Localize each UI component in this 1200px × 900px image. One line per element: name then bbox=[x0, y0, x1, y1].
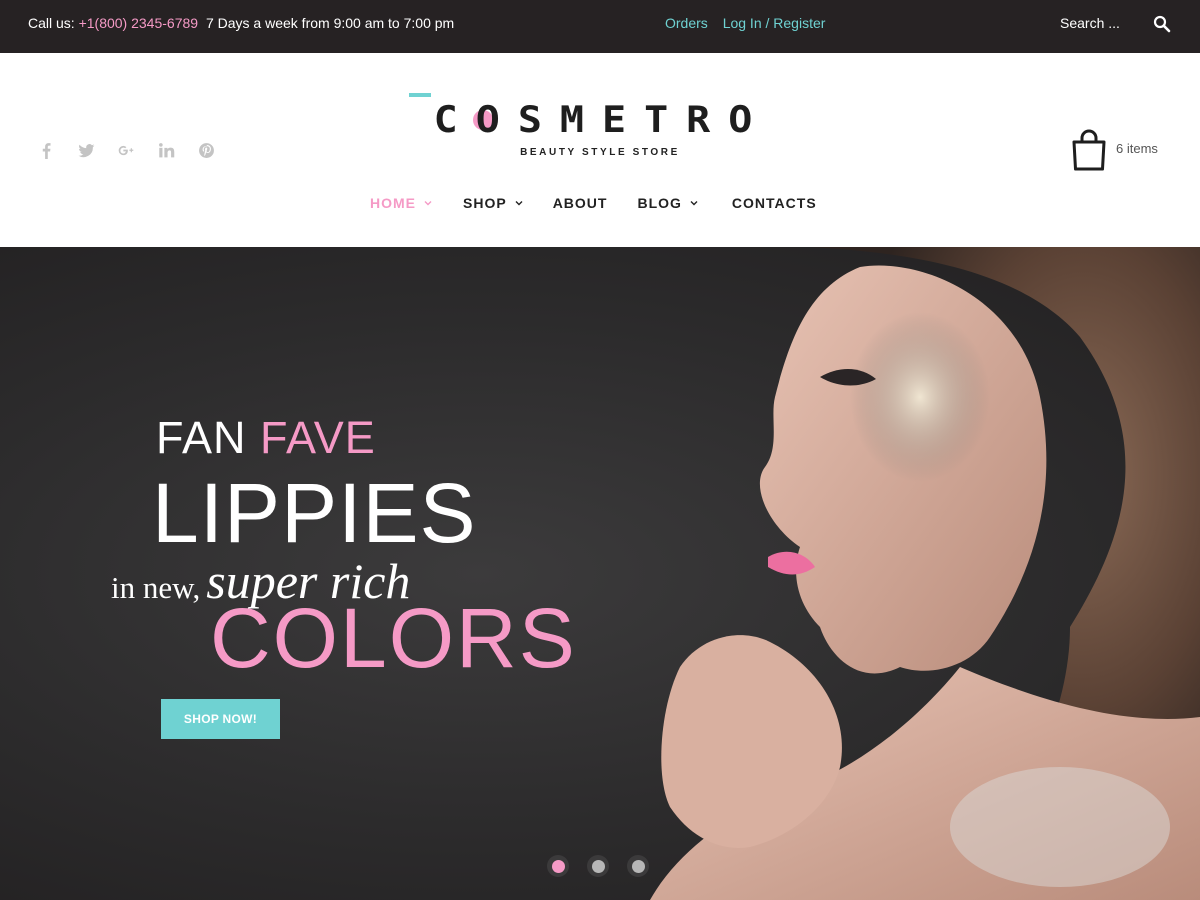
hero-line-1: FAN FAVE bbox=[156, 412, 376, 464]
nav-item-contacts[interactable]: CONTACTS bbox=[732, 193, 817, 213]
login-register-link[interactable]: Log In / Register bbox=[723, 15, 826, 31]
orders-link[interactable]: Orders bbox=[665, 15, 708, 31]
phone-link[interactable]: +1(800) 2345-6789 bbox=[79, 15, 199, 31]
top-bar: Call us: +1(800) 2345-6789 7 Days a week… bbox=[0, 0, 1200, 53]
hero-title: LIPPIES bbox=[152, 466, 477, 560]
hero-line-1-white: FAN bbox=[156, 412, 247, 463]
nav-item-label: ABOUT bbox=[552, 195, 608, 211]
nav-item-shop[interactable]: SHOP bbox=[463, 193, 523, 213]
slide-dot[interactable] bbox=[587, 855, 609, 877]
logo-brand: COSMETRO bbox=[433, 98, 771, 142]
linkedin-icon[interactable] bbox=[156, 141, 176, 159]
hero-line-3-plain: in new, bbox=[111, 570, 201, 605]
contact-info: Call us: +1(800) 2345-6789 7 Days a week… bbox=[28, 15, 454, 31]
hero-slider: FAN FAVE LIPPIES in new, super rich COLOR… bbox=[0, 247, 1200, 900]
chevron-down-icon bbox=[690, 201, 698, 206]
search-icon[interactable] bbox=[1153, 15, 1173, 35]
slider-pagination bbox=[547, 855, 649, 877]
facebook-icon[interactable] bbox=[36, 141, 56, 159]
chevron-down-icon bbox=[424, 201, 432, 206]
pinterest-icon[interactable] bbox=[196, 141, 216, 159]
slide-dot[interactable] bbox=[547, 855, 569, 877]
nav-item-label: BLOG bbox=[637, 195, 682, 211]
cart-button[interactable]: 6 items bbox=[1068, 129, 1178, 173]
slide-dot[interactable] bbox=[627, 855, 649, 877]
nav-item-home[interactable]: HOME bbox=[370, 193, 432, 213]
nav-item-about[interactable]: ABOUT bbox=[553, 193, 608, 213]
nav-item-label: SHOP bbox=[463, 195, 507, 211]
hero-subtitle: COLORS bbox=[210, 591, 577, 685]
nav-item-label: CONTACTS bbox=[731, 195, 817, 211]
logo-accent-dash bbox=[409, 93, 431, 97]
search-form bbox=[1060, 15, 1180, 37]
site-header: COSMETRO BEAUTY STYLE STORE 6 items HOME… bbox=[0, 53, 1200, 247]
nav-item-label: HOME bbox=[370, 195, 416, 211]
cart-count: 6 items bbox=[1116, 141, 1158, 156]
google-plus-icon[interactable] bbox=[116, 141, 136, 159]
social-links bbox=[36, 141, 216, 159]
search-input[interactable] bbox=[1060, 15, 1140, 31]
logo-tagline: BEAUTY STYLE STORE bbox=[520, 147, 680, 158]
main-nav: HOME SHOP ABOUT BLOG CONTACTS bbox=[370, 193, 817, 213]
hours-text: 7 Days a week from 9:00 am to 7:00 pm bbox=[205, 15, 455, 31]
account-links: Orders Log In / Register bbox=[665, 15, 836, 31]
twitter-icon[interactable] bbox=[76, 141, 96, 159]
hero-line-1-pink: FAVE bbox=[260, 412, 376, 463]
chevron-down-icon bbox=[515, 201, 523, 206]
nav-item-blog[interactable]: BLOG bbox=[637, 193, 698, 213]
call-label: Call us: bbox=[28, 15, 75, 31]
site-logo[interactable]: COSMETRO BEAUTY STYLE STORE bbox=[400, 89, 800, 159]
shopping-bag-icon bbox=[1072, 129, 1106, 171]
shop-now-button[interactable]: SHOP NOW! bbox=[161, 699, 280, 739]
model-photo bbox=[650, 247, 1200, 900]
